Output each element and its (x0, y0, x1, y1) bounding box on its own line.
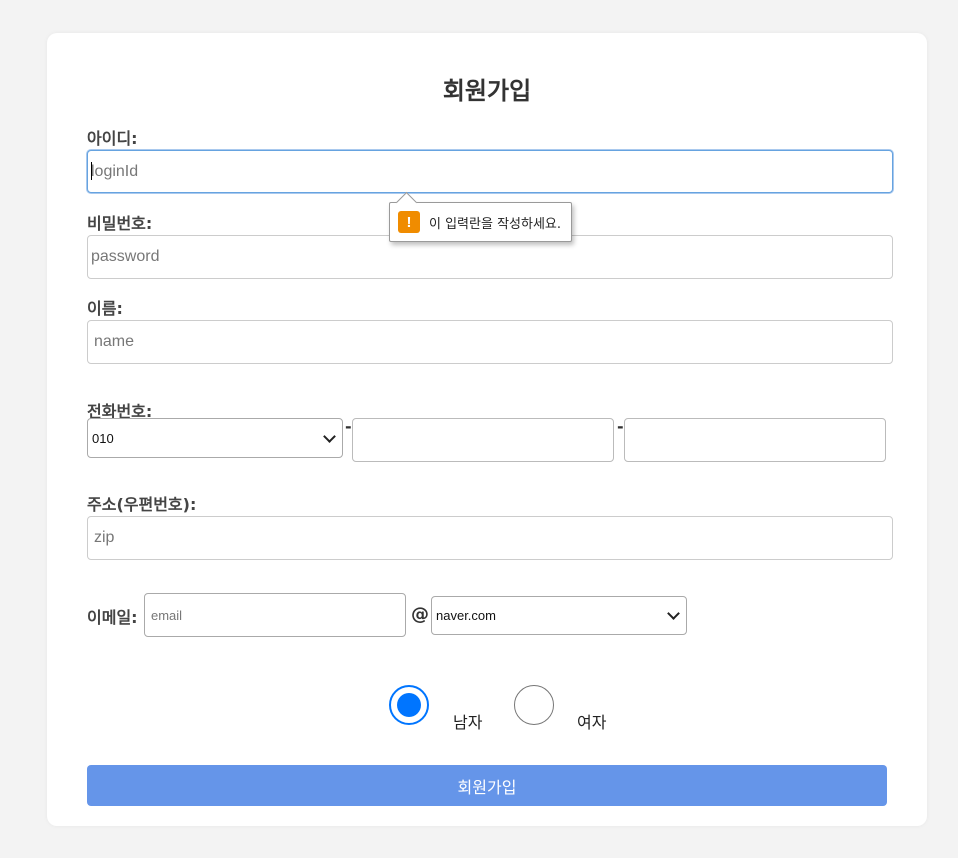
validation-tooltip: ! 이 입력란을 작성하세요. (389, 191, 572, 242)
phone-prefix-value: 010 (92, 430, 114, 446)
email-domain-value: naver.com (436, 608, 496, 623)
gender-label-female: 여자 (577, 713, 607, 732)
phone-separator: - (345, 417, 352, 436)
email-input[interactable] (144, 593, 406, 637)
gender-label-male: 남자 (453, 713, 483, 732)
chevron-down-icon (667, 607, 680, 620)
phone-prefix-select[interactable]: 010 (87, 418, 343, 458)
zip-input[interactable] (87, 516, 893, 560)
password-label: 비밀번호: (87, 214, 153, 233)
email-domain-select[interactable]: naver.com (431, 596, 687, 635)
gender-radio-male[interactable] (389, 685, 429, 725)
login-id-input[interactable] (87, 150, 893, 193)
signup-submit-button[interactable]: 회원가입 (87, 765, 887, 806)
tooltip-arrow (395, 191, 418, 214)
warning-icon: ! (398, 211, 420, 233)
phone-separator-2: - (617, 417, 624, 436)
login-id-label: 아이디: (87, 129, 138, 148)
login-id-wrapper (87, 150, 893, 193)
text-caret (91, 162, 92, 180)
at-symbol: @ (411, 604, 429, 625)
zip-label: 주소(우편번호): (87, 495, 197, 514)
name-input[interactable] (87, 320, 893, 364)
phone-last-input[interactable] (624, 418, 886, 462)
name-label: 이름: (87, 299, 123, 318)
page-title: 회원가입 (442, 77, 532, 105)
email-label: 이메일: (87, 608, 138, 627)
phone-middle-input[interactable] (352, 418, 614, 462)
gender-radio-female[interactable] (514, 685, 554, 725)
signup-card: 회원가입 아이디: ! 이 입력란을 작성하세요. 비밀번호: 이름: 전화번호… (47, 33, 927, 826)
tooltip-message: 이 입력란을 작성하세요. (429, 216, 561, 232)
chevron-down-icon (323, 429, 336, 443)
